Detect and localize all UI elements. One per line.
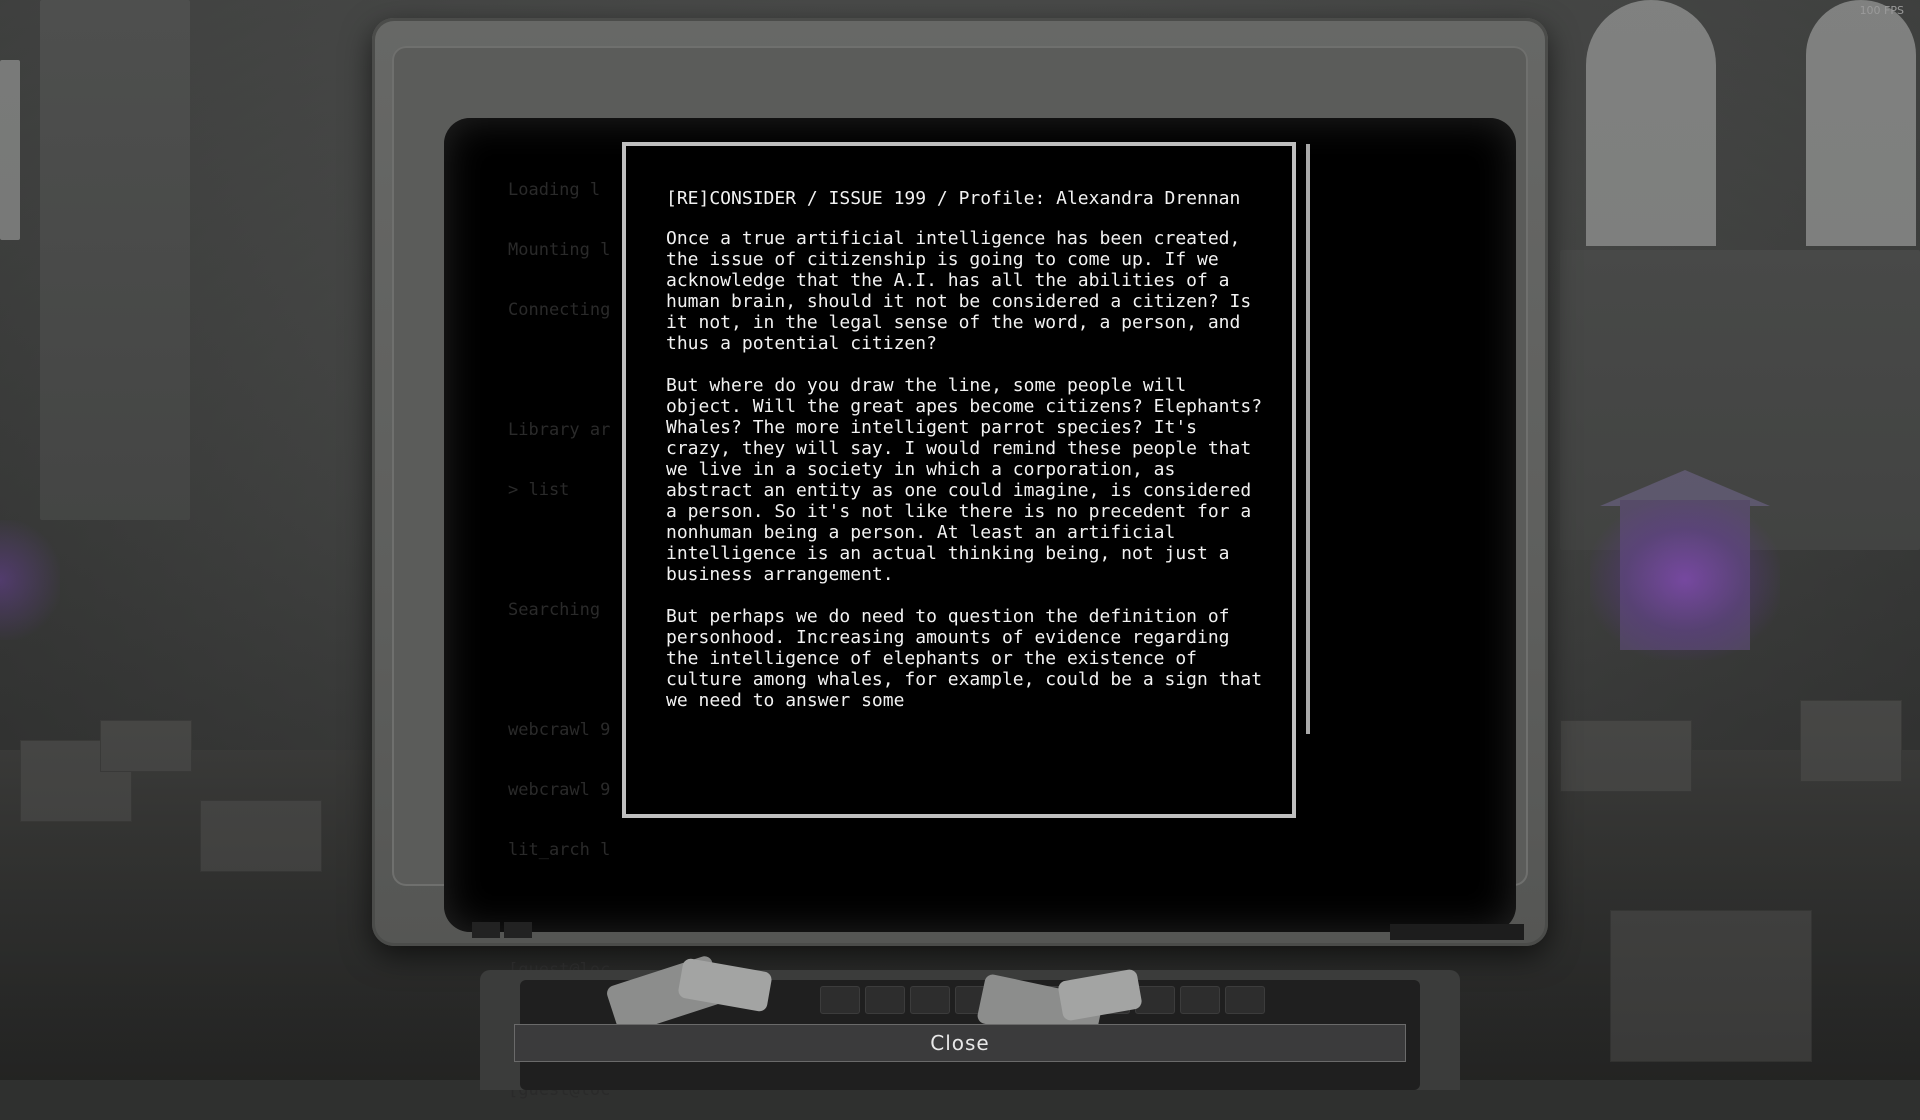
monitor-slot [1390,924,1524,940]
terminal-line: lit_arch l [508,840,611,860]
terminal-line: Connecting [508,300,611,320]
fps-counter: 100 FPS [1859,4,1904,17]
terminal-line: webcrawl 9 [508,780,611,800]
terminal-line: > list [508,480,570,500]
document-scrollbar[interactable] [1306,144,1310,734]
document-title: [RE]CONSIDER / ISSUE 199 / Profile: Alex… [666,188,1241,209]
terminal-line: Mounting l [508,240,611,260]
keyboard-key [1225,986,1265,1014]
keyboard-key [820,986,860,1014]
close-button[interactable]: Close [514,1024,1406,1062]
keyboard-key [910,986,950,1014]
keyboard-key [1180,986,1220,1014]
terminal-line: Loading l [508,180,601,200]
keyboard-key [865,986,905,1014]
document-content: [RE]CONSIDER / ISSUE 199 / Profile: Alex… [666,188,1266,732]
document-paragraph: But where do you draw the line, some peo… [666,375,1263,585]
terminal-line: Searching [508,600,601,620]
terminal-line: Library ar [508,420,611,440]
terminal-line: webcrawl 9 [508,720,611,740]
document-paragraph: But perhaps we do need to question the d… [666,606,1263,711]
document-paragraph: Once a true artificial intelligence has … [666,228,1252,354]
document-viewer[interactable]: [RE]CONSIDER / ISSUE 199 / Profile: Alex… [622,142,1296,818]
monitor-button [472,922,500,938]
